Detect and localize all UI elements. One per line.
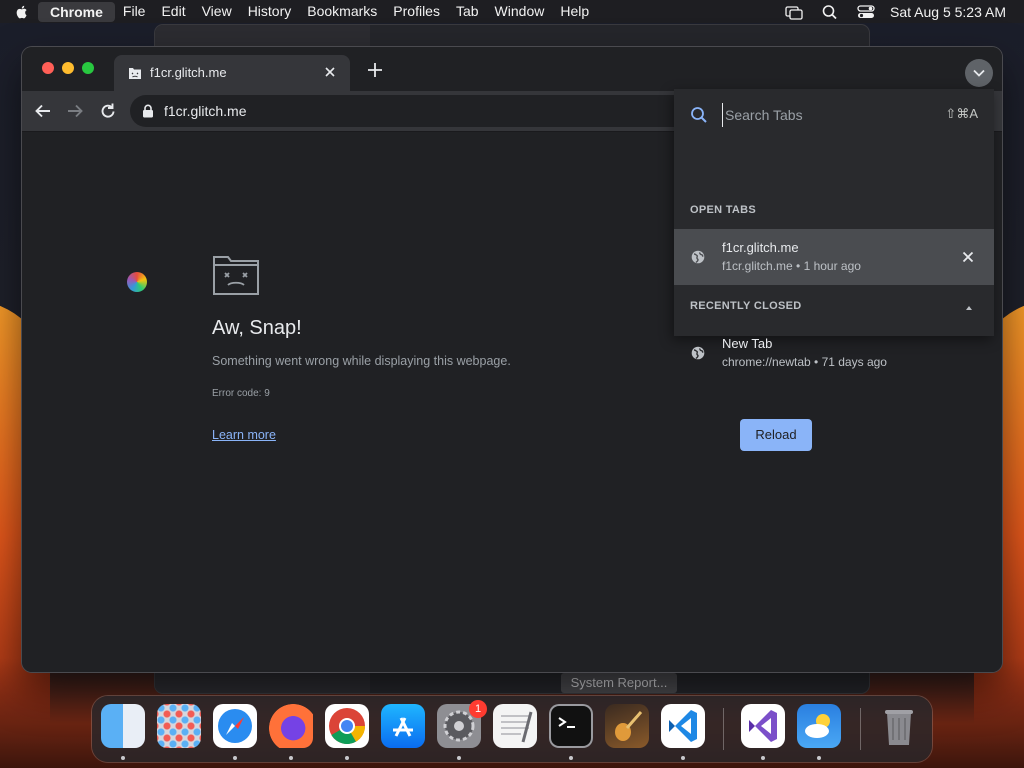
terminal-icon[interactable]: [549, 704, 593, 748]
open-tab-subtitle: f1cr.glitch.me • 1 hour ago: [722, 259, 861, 273]
tab-close-icon[interactable]: [324, 66, 336, 78]
tab-search-panel: ⇧⌘A OPEN TABS f1cr.glitch.me f1cr.glitch…: [674, 89, 994, 369]
open-tab-row[interactable]: f1cr.glitch.me f1cr.glitch.me • 1 hour a…: [674, 229, 994, 285]
reload-icon[interactable]: [99, 102, 117, 120]
tab-search-button[interactable]: [965, 59, 993, 87]
menu-bookmarks[interactable]: Bookmarks: [299, 0, 385, 23]
search-tabs-input[interactable]: [722, 103, 927, 127]
vscode-running-dot: [681, 756, 685, 760]
window-close-button[interactable]: [42, 62, 54, 74]
forward-arrow-icon[interactable]: [66, 102, 84, 120]
sad-tab-favicon-icon: [129, 68, 141, 79]
apple-icon[interactable]: [14, 4, 30, 20]
visual-studio-running-dot: [761, 756, 765, 760]
open-tabs-heading: OPEN TABS: [690, 204, 757, 216]
window-minimize-button[interactable]: [62, 62, 74, 74]
textedit-icon[interactable]: [493, 704, 537, 748]
tab-active[interactable]: f1cr.glitch.me: [114, 55, 350, 91]
menu-view[interactable]: View: [194, 0, 240, 23]
spotlight-search-icon[interactable]: [821, 4, 839, 20]
search-icon: [691, 107, 707, 123]
reload-button[interactable]: Reload: [740, 419, 812, 451]
new-tab-icon[interactable]: [368, 63, 382, 77]
menu-help[interactable]: Help: [552, 0, 597, 23]
menu-bar-status: Sat Aug 5 5:23 AM: [776, 0, 1024, 23]
chrome-window: f1cr.glitch.me f1cr.glitch.me Aw, Snap! …: [22, 47, 1002, 672]
menu-bar-clock[interactable]: Sat Aug 5 5:23 AM: [890, 4, 1006, 20]
chevron-down-icon: [973, 69, 985, 77]
globe-icon: [691, 346, 705, 360]
menu-history[interactable]: History: [240, 0, 300, 23]
chrome-running-dot: [345, 756, 349, 760]
system-report-button[interactable]: System Report...: [561, 673, 677, 693]
safari-icon[interactable]: [213, 704, 257, 748]
menu-file[interactable]: File: [115, 0, 154, 23]
system-settings-badge: 1: [469, 700, 487, 718]
menu-bar: Chrome File Edit View History Bookmarks …: [0, 0, 1024, 23]
visual-studio-code-icon[interactable]: [661, 704, 705, 748]
menu-app-name[interactable]: Chrome: [38, 1, 115, 22]
close-tab-icon[interactable]: [962, 251, 974, 263]
recently-closed-subtitle: chrome://newtab • 71 days ago: [722, 355, 887, 369]
dock-separator: [860, 708, 861, 750]
address-bar-url[interactable]: f1cr.glitch.me: [164, 103, 246, 119]
learn-more-link[interactable]: Learn more: [212, 428, 276, 442]
visual-studio-icon[interactable]: [741, 704, 785, 748]
screen-mirroring-icon[interactable]: [785, 4, 803, 20]
lock-icon[interactable]: [142, 104, 154, 118]
tab-strip: f1cr.glitch.me: [22, 47, 1002, 91]
loading-cursor-icon: [127, 272, 147, 292]
system-settings-running-dot: [457, 756, 461, 760]
finder-icon[interactable]: [101, 704, 145, 748]
address-bar[interactable]: f1cr.glitch.me: [130, 95, 690, 127]
firefox-running-dot: [289, 756, 293, 760]
menu-profiles[interactable]: Profiles: [385, 0, 448, 23]
search-tabs-shortcut: ⇧⌘A: [945, 106, 978, 121]
tab-title: f1cr.glitch.me: [150, 65, 227, 80]
sad-folder-icon: [213, 256, 259, 295]
safari-running-dot: [233, 756, 237, 760]
finder-running-dot: [121, 756, 125, 760]
garageband-icon[interactable]: [605, 704, 649, 748]
open-tab-title: f1cr.glitch.me: [722, 240, 799, 255]
globe-icon: [691, 250, 705, 264]
weather-running-dot: [817, 756, 821, 760]
menu-tab[interactable]: Tab: [448, 0, 487, 23]
back-arrow-icon[interactable]: [34, 102, 52, 120]
dock-separator: [723, 708, 724, 750]
recently-closed-row[interactable]: New Tab chrome://newtab • 71 days ago: [674, 325, 994, 381]
error-message: Something went wrong while displaying th…: [212, 354, 511, 368]
error-title: Aw, Snap!: [212, 317, 302, 339]
firefox-icon[interactable]: [269, 704, 313, 748]
menu-window[interactable]: Window: [487, 0, 553, 23]
control-center-icon[interactable]: [857, 4, 875, 20]
weather-icon[interactable]: [797, 704, 841, 748]
dock: 1: [92, 696, 932, 762]
trash-icon[interactable]: [877, 704, 921, 748]
window-zoom-button[interactable]: [82, 62, 94, 74]
recently-closed-heading: RECENTLY CLOSED: [690, 300, 802, 312]
terminal-running-dot: [569, 756, 573, 760]
app-store-icon[interactable]: [381, 704, 425, 748]
collapse-chevron-icon[interactable]: [964, 304, 974, 312]
recently-closed-title: New Tab: [722, 336, 773, 351]
google-chrome-icon[interactable]: [325, 704, 369, 748]
error-code: Error code: 9: [212, 388, 270, 399]
menu-edit[interactable]: Edit: [153, 0, 193, 23]
launchpad-icon[interactable]: [157, 704, 201, 748]
